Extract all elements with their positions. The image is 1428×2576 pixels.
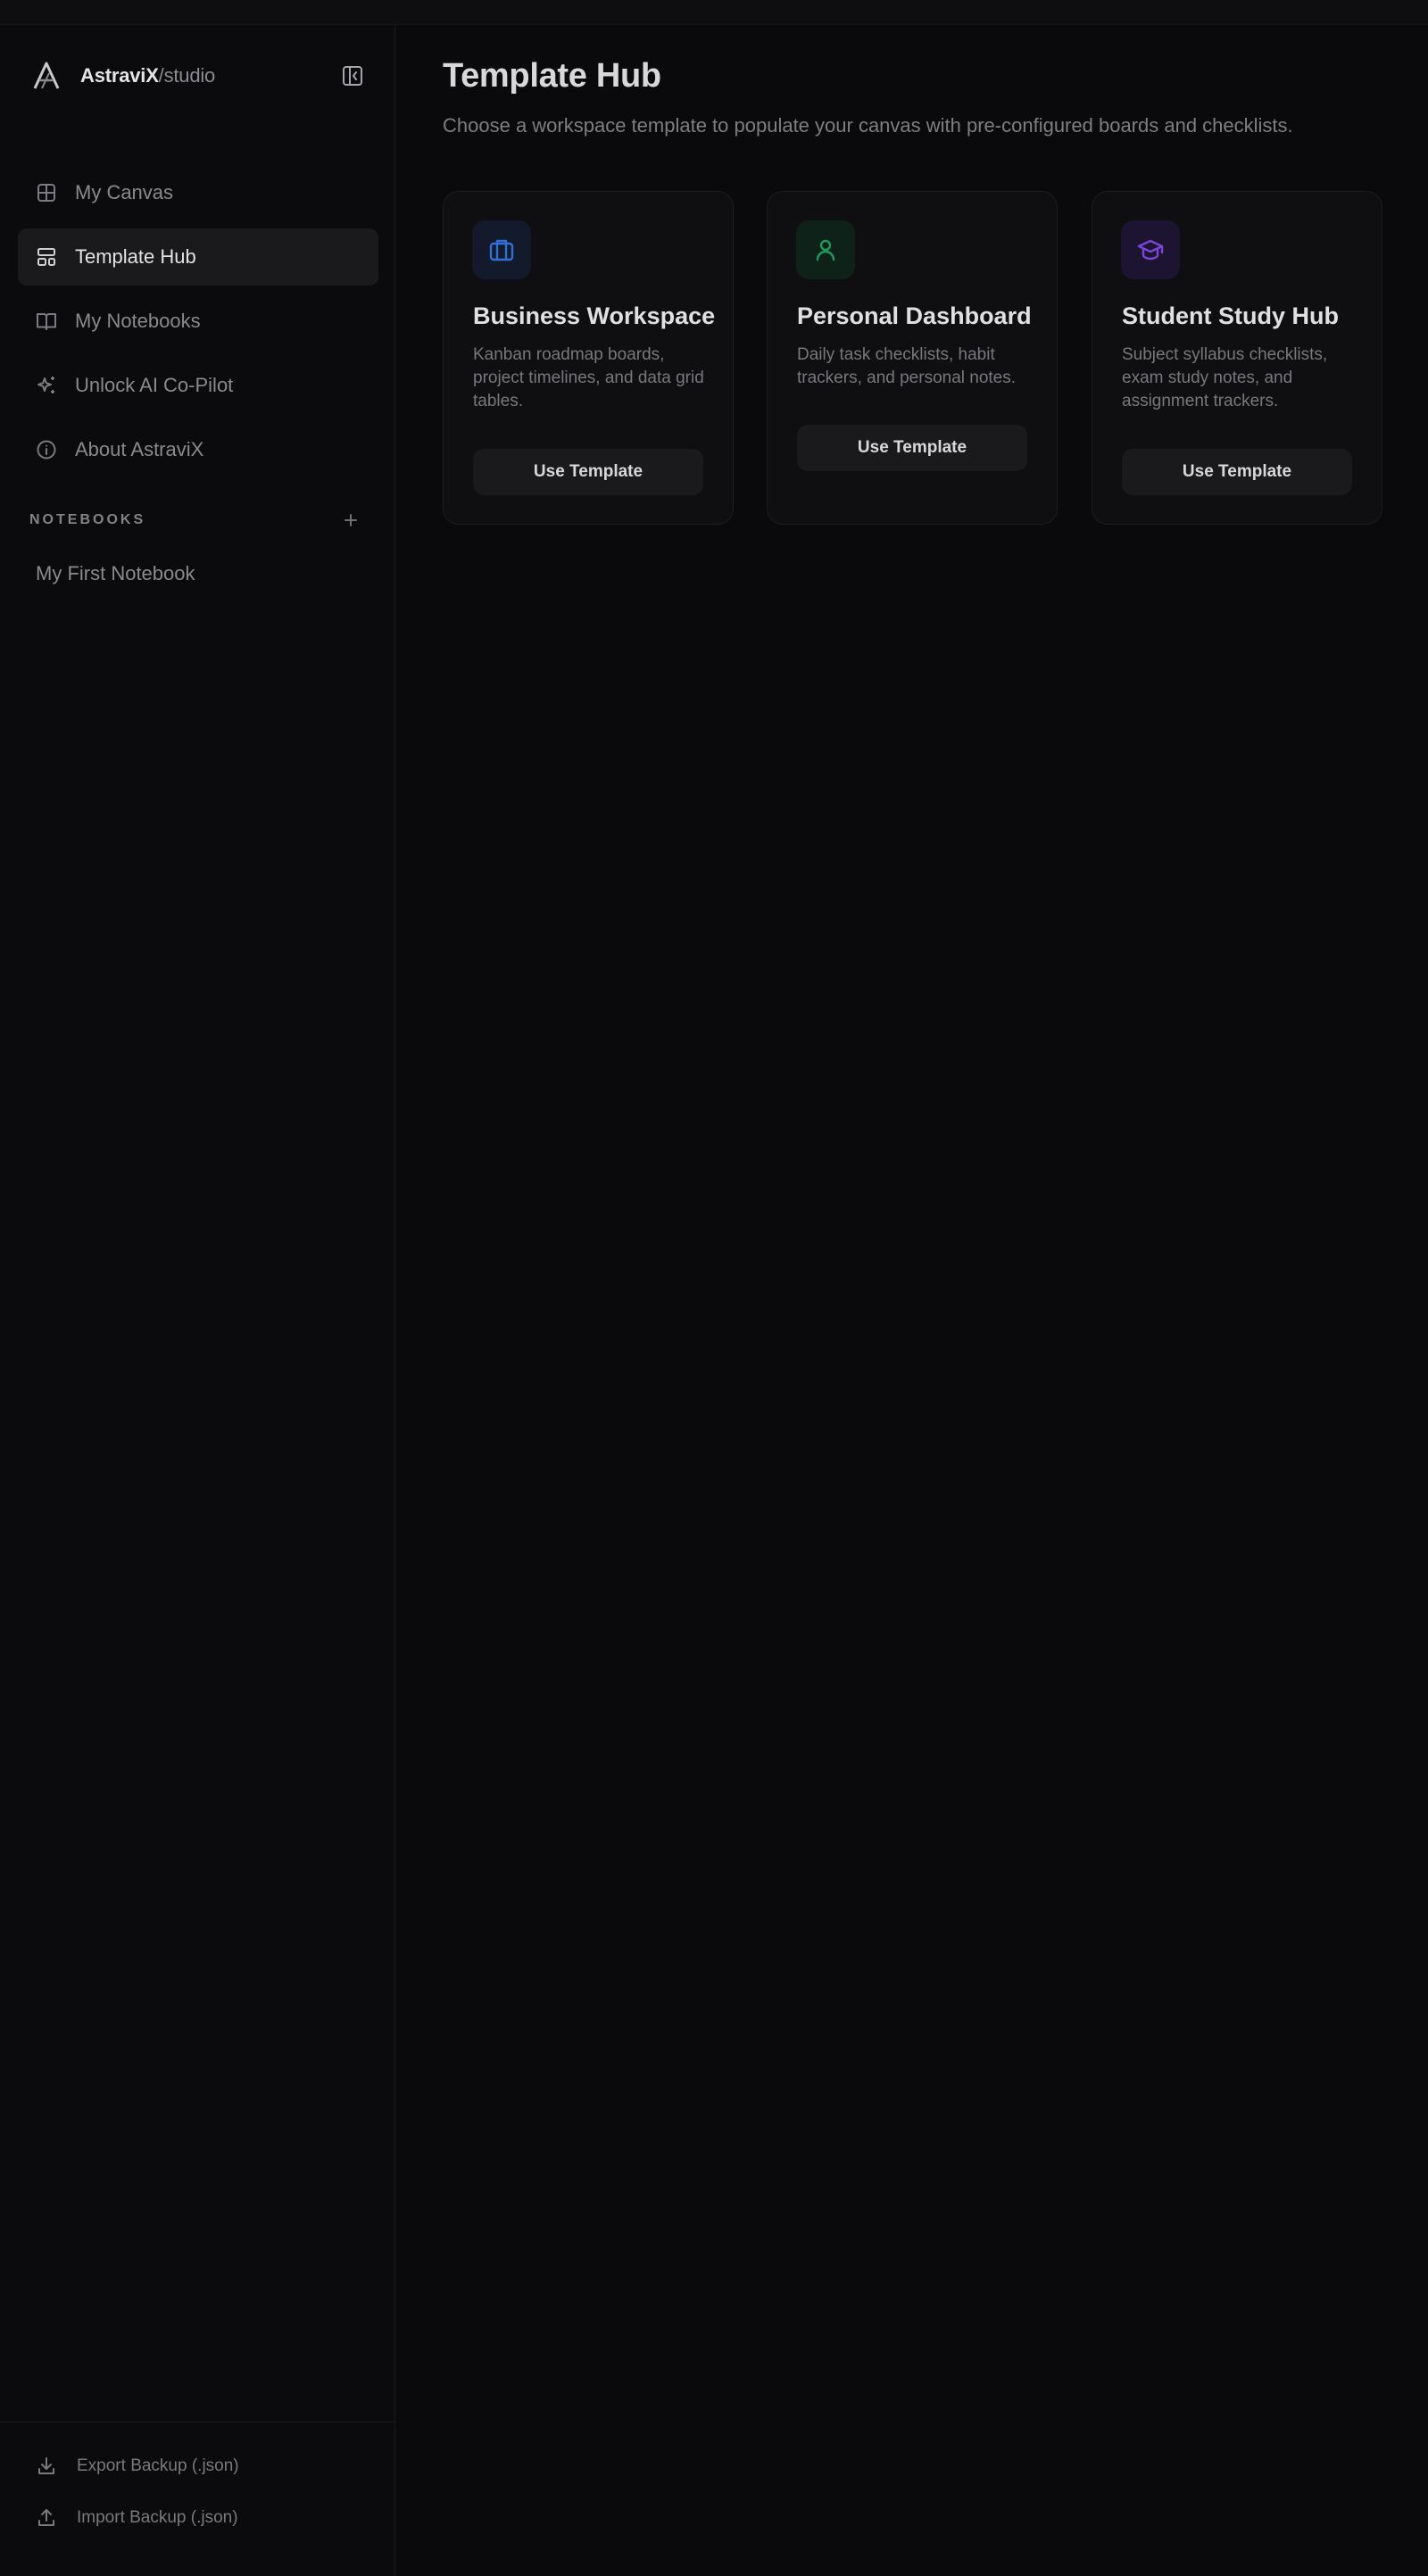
upload-icon	[34, 2506, 59, 2530]
book-open-icon	[34, 309, 59, 334]
template-cards: Business Workspace Kanban roadmap boards…	[443, 191, 1382, 525]
notebooks-header: NOTEBOOKS	[29, 505, 363, 535]
sidebar: AstraviX/studio My Canvas Template Hub M…	[0, 25, 395, 2576]
sparkles-icon	[34, 373, 59, 398]
sidebar-item-about-astravix[interactable]: About AstraviX	[18, 421, 378, 478]
sidebar-footer: Export Backup (.json) Import Backup (.js…	[0, 2422, 394, 2544]
sidebar-collapse-icon	[343, 66, 362, 86]
sidebar-item-label: My Notebooks	[75, 310, 201, 332]
export-backup-button[interactable]: Export Backup (.json)	[0, 2440, 394, 2492]
sidebar-item-template-hub[interactable]: Template Hub	[18, 228, 378, 286]
briefcase-icon	[472, 220, 531, 279]
sidebar-item-my-notebooks[interactable]: My Notebooks	[18, 293, 378, 350]
card-description: Kanban roadmap boards, project timelines…	[473, 345, 704, 410]
template-card-student-study-hub: Student Study Hub Subject syllabus check…	[1092, 191, 1382, 525]
import-backup-button[interactable]: Import Backup (.json)	[0, 2492, 394, 2544]
import-backup-label: Import Backup (.json)	[77, 2508, 238, 2527]
card-title: Business Workspace	[473, 302, 716, 329]
template-card-business-workspace: Business Workspace Kanban roadmap boards…	[443, 191, 734, 525]
sidebar-item-label: Template Hub	[75, 245, 196, 268]
main-content: Template Hub Choose a workspace template…	[396, 25, 1428, 2576]
export-backup-label: Export Backup (.json)	[77, 2456, 239, 2475]
download-icon	[34, 2454, 59, 2479]
page-subtitle: Choose a workspace template to populate …	[443, 114, 1293, 137]
card-description: Subject syllabus checklists, exam study …	[1122, 345, 1328, 410]
sidebar-item-label: My Canvas	[75, 181, 174, 203]
info-icon	[34, 437, 59, 462]
layout-template-icon	[34, 244, 59, 269]
use-template-button-business[interactable]: Use Template	[473, 449, 703, 495]
brand-name: AstraviX/studio	[80, 64, 215, 87]
user-icon	[796, 220, 855, 279]
page-title: Template Hub	[443, 57, 661, 95]
card-description: Daily task checklists, habit trackers, a…	[797, 345, 1017, 387]
use-template-button-personal[interactable]: Use Template	[797, 425, 1027, 471]
brand-name-text: AstraviX	[80, 64, 159, 87]
sidebar-nav: My Canvas Template Hub My Notebooks Unlo…	[18, 164, 378, 485]
astravix-logo-icon	[29, 58, 64, 94]
add-notebook-button[interactable]	[338, 509, 363, 532]
brand-suffix: /studio	[158, 64, 216, 87]
card-title: Student Study Hub	[1122, 302, 1339, 329]
graduation-cap-icon	[1121, 220, 1180, 279]
template-card-personal-dashboard: Personal Dashboard Daily task checklists…	[767, 191, 1058, 525]
use-template-button-student[interactable]: Use Template	[1122, 449, 1352, 495]
plus-icon	[345, 514, 357, 526]
sidebar-item-label: Unlock AI Co-Pilot	[75, 374, 234, 396]
window-top-bar	[0, 0, 1428, 25]
card-title: Personal Dashboard	[797, 302, 1032, 329]
notebooks-section-title: NOTEBOOKS	[29, 512, 146, 527]
brand: AstraviX/studio	[29, 55, 368, 96]
sidebar-item-unlock-ai-co-pilot[interactable]: Unlock AI Co-Pilot	[18, 357, 378, 414]
grid-icon	[34, 180, 59, 205]
collapse-sidebar-button[interactable]	[337, 61, 368, 91]
notebook-item[interactable]: My First Notebook	[36, 562, 195, 585]
sidebar-item-my-canvas[interactable]: My Canvas	[18, 164, 378, 221]
sidebar-item-label: About AstraviX	[75, 438, 204, 460]
